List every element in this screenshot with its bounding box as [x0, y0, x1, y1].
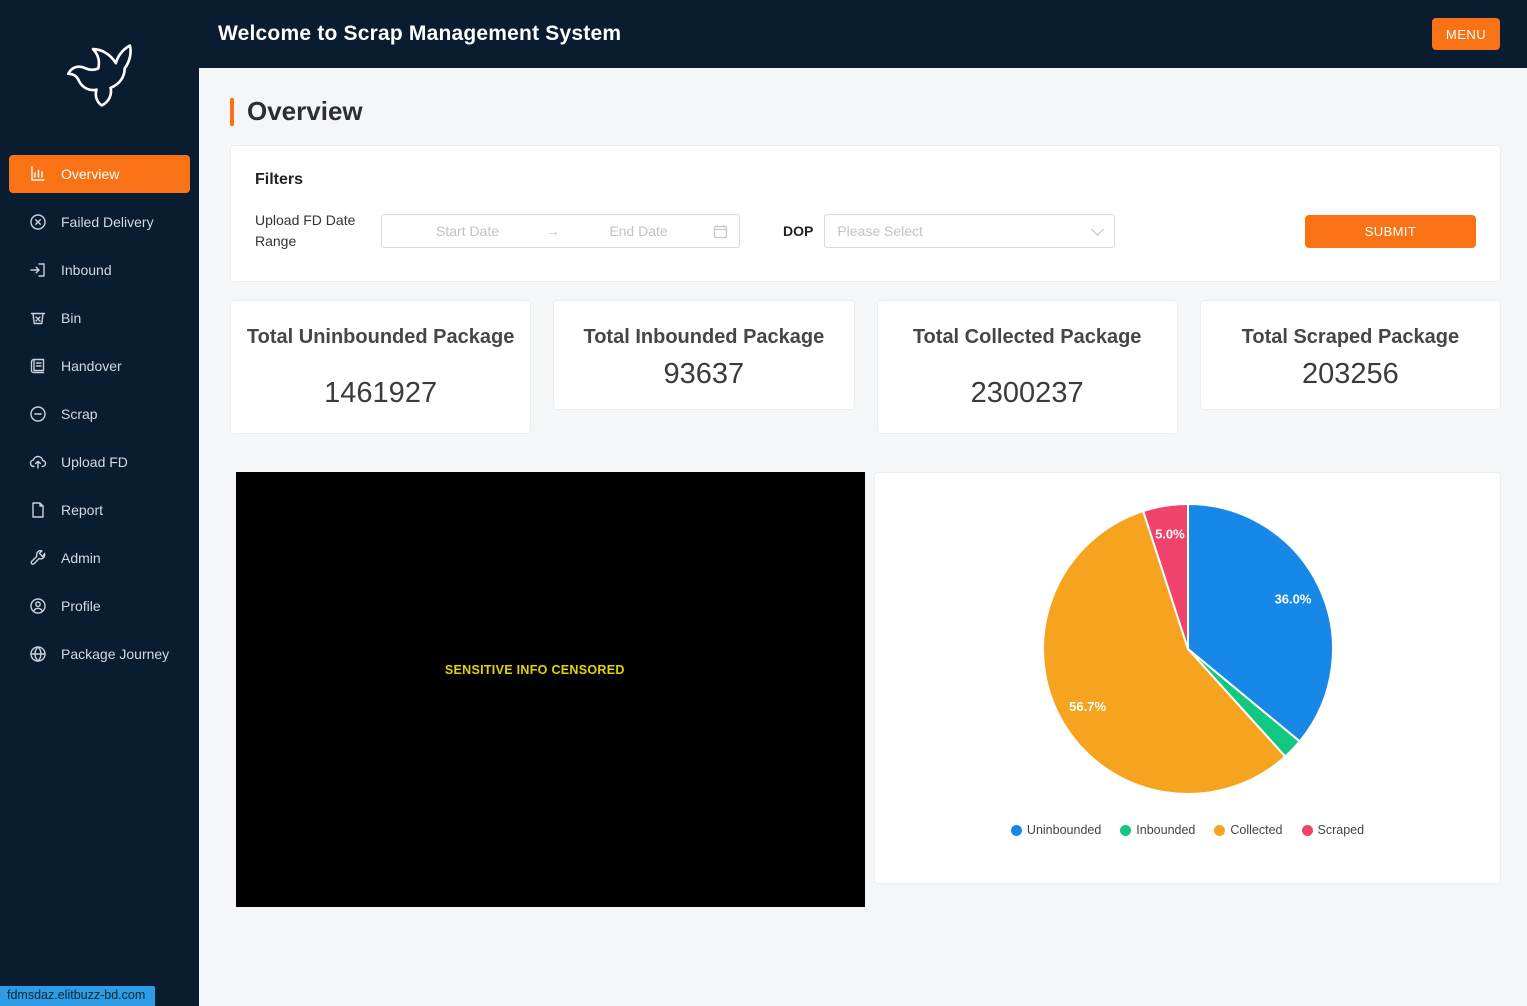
stat-value: 1461927 — [324, 377, 437, 410]
circle-minus-icon — [29, 405, 47, 423]
sidebar-item-inbound[interactable]: Inbound — [9, 251, 190, 289]
sidebar-item-label: Failed Delivery — [61, 214, 154, 230]
legend-dot — [1120, 825, 1131, 836]
legend-item-inbounded[interactable]: Inbounded — [1120, 823, 1195, 837]
date-range-label: Upload FD Date Range — [255, 210, 381, 252]
app-title: Welcome to Scrap Management System — [218, 22, 621, 46]
sidebar-item-label: Upload FD — [61, 454, 128, 470]
legend-dot — [1302, 825, 1313, 836]
pie-slice-label: 36.0% — [1274, 592, 1311, 607]
sidebar-item-label: Overview — [61, 166, 119, 182]
app-header: Welcome to Scrap Management System MENU — [199, 0, 1527, 68]
sidebar-item-label: Handover — [61, 358, 122, 374]
main-content: Overview Filters Upload FD Date Range St… — [199, 68, 1527, 1006]
sidebar-item-label: Profile — [61, 598, 101, 614]
page-title: Overview — [230, 96, 1501, 127]
stat-card-scraped: Total Scraped Package 203256 — [1200, 300, 1501, 410]
legend-label: Collected — [1230, 823, 1282, 837]
sidebar-item-failed-delivery[interactable]: Failed Delivery — [9, 203, 190, 241]
sidebar: Overview Failed Delivery Inbound Bin — [0, 0, 199, 1006]
sidebar-item-package-journey[interactable]: Package Journey — [9, 635, 190, 673]
censored-text: SENSITIVE INFO CENSORED — [445, 663, 625, 677]
sidebar-item-label: Bin — [61, 310, 81, 326]
sidebar-item-overview[interactable]: Overview — [9, 155, 190, 193]
legend-item-collected[interactable]: Collected — [1214, 823, 1282, 837]
stat-value: 2300237 — [971, 377, 1084, 410]
submit-button[interactable]: SUBMIT — [1305, 215, 1476, 248]
stat-title: Total Collected Package — [913, 324, 1142, 350]
trash-bin-icon — [29, 309, 47, 327]
legend-dot — [1011, 825, 1022, 836]
file-icon — [29, 501, 47, 519]
document-icon — [29, 357, 47, 375]
chevron-down-icon — [1091, 223, 1104, 236]
cloud-upload-icon — [29, 453, 47, 471]
chart-legend: Uninbounded Inbounded Collected Scraped — [1011, 823, 1364, 837]
end-date-input[interactable]: End Date — [564, 223, 713, 239]
title-accent-bar — [230, 98, 234, 126]
sidebar-item-label: Admin — [61, 550, 101, 566]
stat-title: Total Inbounded Package — [583, 324, 824, 350]
legend-label: Scraped — [1318, 823, 1365, 837]
stat-title: Total Scraped Package — [1242, 324, 1460, 350]
legend-label: Inbounded — [1136, 823, 1195, 837]
filters-card: Filters Upload FD Date Range Start Date … — [230, 145, 1501, 282]
pie-slice-label: 56.7% — [1069, 699, 1106, 714]
circle-x-icon — [29, 213, 47, 231]
legend-item-uninbounded[interactable]: Uninbounded — [1011, 823, 1101, 837]
date-range-picker[interactable]: Start Date → End Date — [381, 214, 740, 248]
page-title-text: Overview — [247, 96, 363, 127]
censored-overlay: SENSITIVE INFO CENSORED — [236, 472, 865, 907]
calendar-icon — [713, 224, 728, 239]
sidebar-item-scrap[interactable]: Scrap — [9, 395, 190, 433]
sidebar-item-label: Inbound — [61, 262, 112, 278]
stat-title: Total Uninbounded Package — [247, 324, 514, 350]
charts-row: SENSITIVE INFO CENSORED 36.0% 56.7% 5.0% U… — [230, 472, 1501, 907]
sidebar-item-label: Package Journey — [61, 646, 169, 662]
globe-icon — [29, 645, 47, 663]
pie-chart-card: 36.0% 56.7% 5.0% Uninbounded Inbounded Colle… — [874, 472, 1501, 884]
sidebar-item-upload-fd[interactable]: Upload FD — [9, 443, 190, 481]
pie-slice-label: 5.0% — [1155, 526, 1185, 541]
sidebar-item-profile[interactable]: Profile — [9, 587, 190, 625]
bar-chart-icon — [29, 165, 47, 183]
arrow-into-box-icon — [29, 261, 47, 279]
browser-status-bar: fdmsdaz.elitbuzz-bd.com — [0, 986, 155, 1006]
stats-row: Total Uninbounded Package 1461927 Total … — [230, 300, 1501, 434]
legend-dot — [1214, 825, 1225, 836]
wrench-icon — [29, 549, 47, 567]
legend-item-scraped[interactable]: Scraped — [1302, 823, 1365, 837]
stat-card-collected: Total Collected Package 2300237 — [877, 300, 1178, 434]
sidebar-item-handover[interactable]: Handover — [9, 347, 190, 385]
stat-card-inbounded: Total Inbounded Package 93637 — [553, 300, 854, 410]
sidebar-item-label: Scrap — [61, 406, 98, 422]
filters-row: Upload FD Date Range Start Date → End Da… — [255, 210, 1476, 252]
pie-chart[interactable]: 36.0% 56.7% 5.0% — [1038, 499, 1338, 799]
stat-value: 93637 — [664, 358, 745, 391]
stat-card-uninbounded: Total Uninbounded Package 1461927 — [230, 300, 531, 434]
stat-value: 203256 — [1302, 358, 1399, 391]
sidebar-nav: Overview Failed Delivery Inbound Bin — [0, 155, 199, 683]
menu-button[interactable]: MENU — [1432, 18, 1500, 50]
sidebar-item-label: Report — [61, 502, 103, 518]
user-circle-icon — [29, 597, 47, 615]
dop-select[interactable]: Please Select — [824, 214, 1115, 248]
filters-heading: Filters — [255, 171, 1476, 189]
dop-label: DOP — [783, 221, 813, 242]
sidebar-item-bin[interactable]: Bin — [9, 299, 190, 337]
app-root: Overview Failed Delivery Inbound Bin — [0, 0, 1527, 1006]
dop-select-value: Please Select — [837, 223, 1093, 239]
bird-logo-icon — [54, 26, 146, 118]
sidebar-item-admin[interactable]: Admin — [9, 539, 190, 577]
legend-label: Uninbounded — [1027, 823, 1101, 837]
arrow-right-icon: → — [542, 223, 564, 239]
start-date-input[interactable]: Start Date — [393, 223, 542, 239]
sidebar-item-report[interactable]: Report — [9, 491, 190, 529]
